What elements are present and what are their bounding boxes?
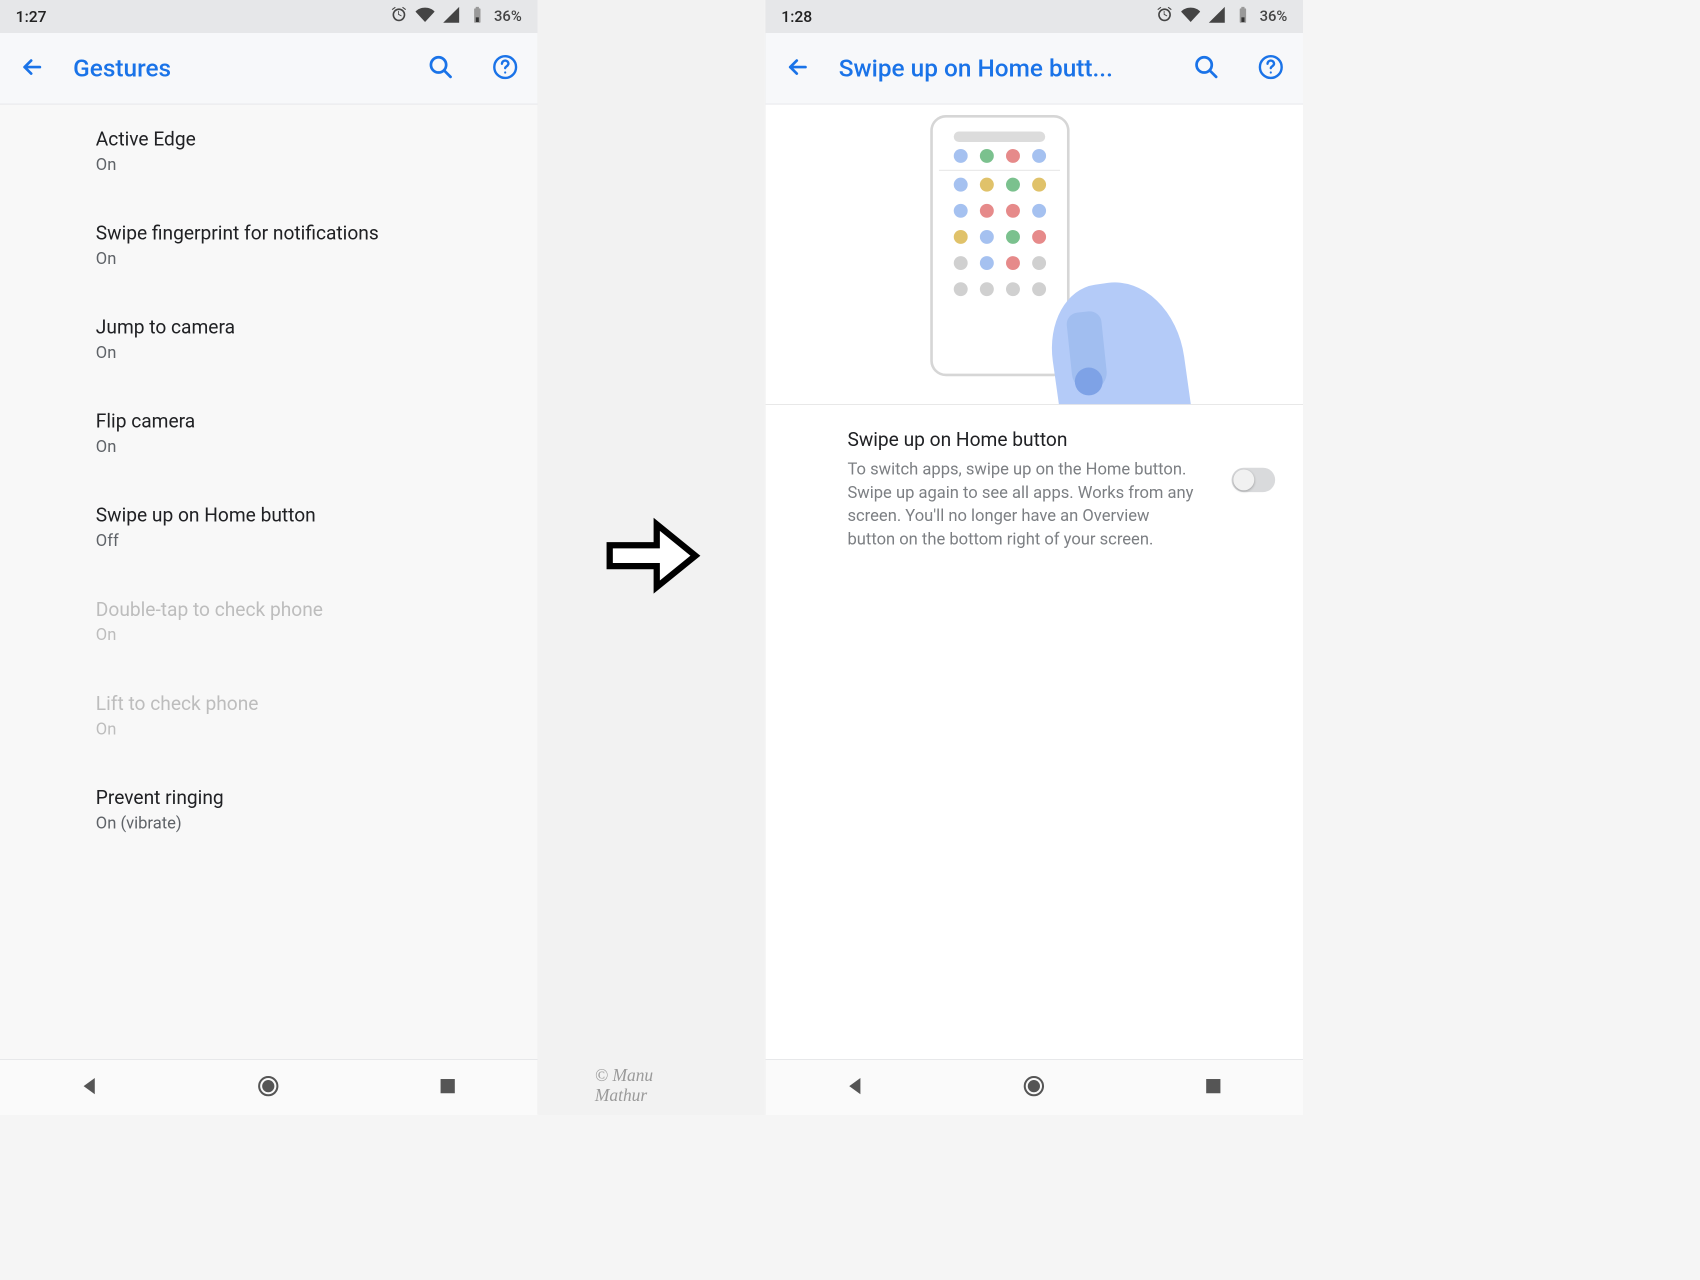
signal-icon	[1207, 5, 1226, 29]
list-item[interactable]: Prevent ringing On (vibrate)	[0, 763, 537, 857]
list-item-title: Jump to camera	[96, 317, 538, 339]
list-item-sub: On	[96, 154, 538, 174]
back-button[interactable]	[785, 54, 811, 84]
illus-hand	[991, 247, 1183, 405]
list-item[interactable]: Flip camera On	[0, 387, 537, 481]
status-time: 1:28	[781, 7, 812, 25]
list-item-sub: On (vibrate)	[96, 813, 538, 833]
battery-icon	[1233, 5, 1252, 29]
list-item: Double-tap to check phone On	[0, 575, 537, 669]
nav-bar	[0, 1059, 537, 1115]
list-item-title: Flip camera	[96, 411, 538, 433]
wifi-icon	[416, 5, 435, 29]
list-item-sub: Off	[96, 530, 538, 550]
app-bar: Gestures	[0, 33, 537, 104]
gestures-list: Active EdgeOnSwipe fingerprint for notif…	[0, 105, 537, 1060]
status-bar: 1:28 36%	[766, 0, 1303, 33]
help-button[interactable]	[1258, 54, 1284, 84]
battery-icon	[468, 5, 487, 29]
list-item-title: Active Edge	[96, 129, 538, 151]
app-bar: Swipe up on Home butt...	[766, 33, 1303, 104]
nav-home-icon[interactable]	[1022, 1074, 1046, 1102]
phone-left: 1:27 36% Gestures Active EdgeOnSwipe fin…	[0, 0, 538, 1115]
list-item[interactable]: Swipe up on Home button Off	[0, 481, 537, 575]
status-icons: 36%	[1155, 5, 1287, 29]
list-item-sub: On	[96, 248, 538, 268]
list-item-sub: On	[96, 436, 538, 456]
illustration	[766, 105, 1303, 405]
help-button[interactable]	[492, 54, 518, 84]
arrow-right-icon	[599, 503, 704, 611]
list-item-sub: On	[96, 625, 538, 645]
list-item-title: Swipe up on Home button	[96, 505, 538, 527]
nav-bar	[766, 1059, 1303, 1115]
nav-back-icon[interactable]	[77, 1074, 101, 1102]
nav-home-icon[interactable]	[256, 1074, 280, 1102]
nav-overview-icon[interactable]	[1201, 1074, 1225, 1102]
list-item-title: Double-tap to check phone	[96, 599, 538, 621]
setting-description: To switch apps, swipe up on the Home but…	[847, 458, 1195, 551]
status-icons: 36%	[389, 5, 521, 29]
battery-percent: 36%	[1260, 8, 1288, 25]
nav-overview-icon[interactable]	[436, 1074, 460, 1102]
transition-gap: © Manu Mathur	[538, 0, 764, 1115]
list-item[interactable]: Swipe fingerprint for notifications On	[0, 199, 537, 293]
nav-back-icon[interactable]	[843, 1074, 867, 1102]
watermark: © Manu Mathur	[595, 1066, 708, 1106]
setting-title: Swipe up on Home button	[847, 429, 1210, 451]
list-item-title: Prevent ringing	[96, 787, 538, 809]
signal-icon	[442, 5, 461, 29]
list-item[interactable]: Active Edge On	[0, 105, 537, 199]
list-item-title: Lift to check phone	[96, 693, 538, 715]
detail-page: Swipe up on Home button To switch apps, …	[766, 105, 1303, 1060]
list-item[interactable]: Jump to camera On	[0, 293, 537, 387]
search-button[interactable]	[1193, 54, 1219, 84]
status-time: 1:27	[16, 7, 47, 25]
phone-right: 1:28 36% Swipe up on Home butt...	[765, 0, 1303, 1115]
setting-toggle[interactable]	[1232, 468, 1276, 492]
battery-percent: 36%	[494, 8, 522, 25]
page-title: Gestures	[73, 54, 389, 83]
back-button[interactable]	[19, 54, 45, 84]
list-item-title: Swipe fingerprint for notifications	[96, 223, 538, 245]
page-title: Swipe up on Home butt...	[839, 54, 1155, 83]
list-item: Lift to check phone On	[0, 669, 537, 763]
status-bar: 1:27 36%	[0, 0, 537, 33]
list-item-sub: On	[96, 342, 538, 362]
wifi-icon	[1181, 5, 1200, 29]
alarm-icon	[389, 5, 408, 29]
list-item-sub: On	[96, 719, 538, 739]
alarm-icon	[1155, 5, 1174, 29]
search-button[interactable]	[428, 54, 454, 84]
